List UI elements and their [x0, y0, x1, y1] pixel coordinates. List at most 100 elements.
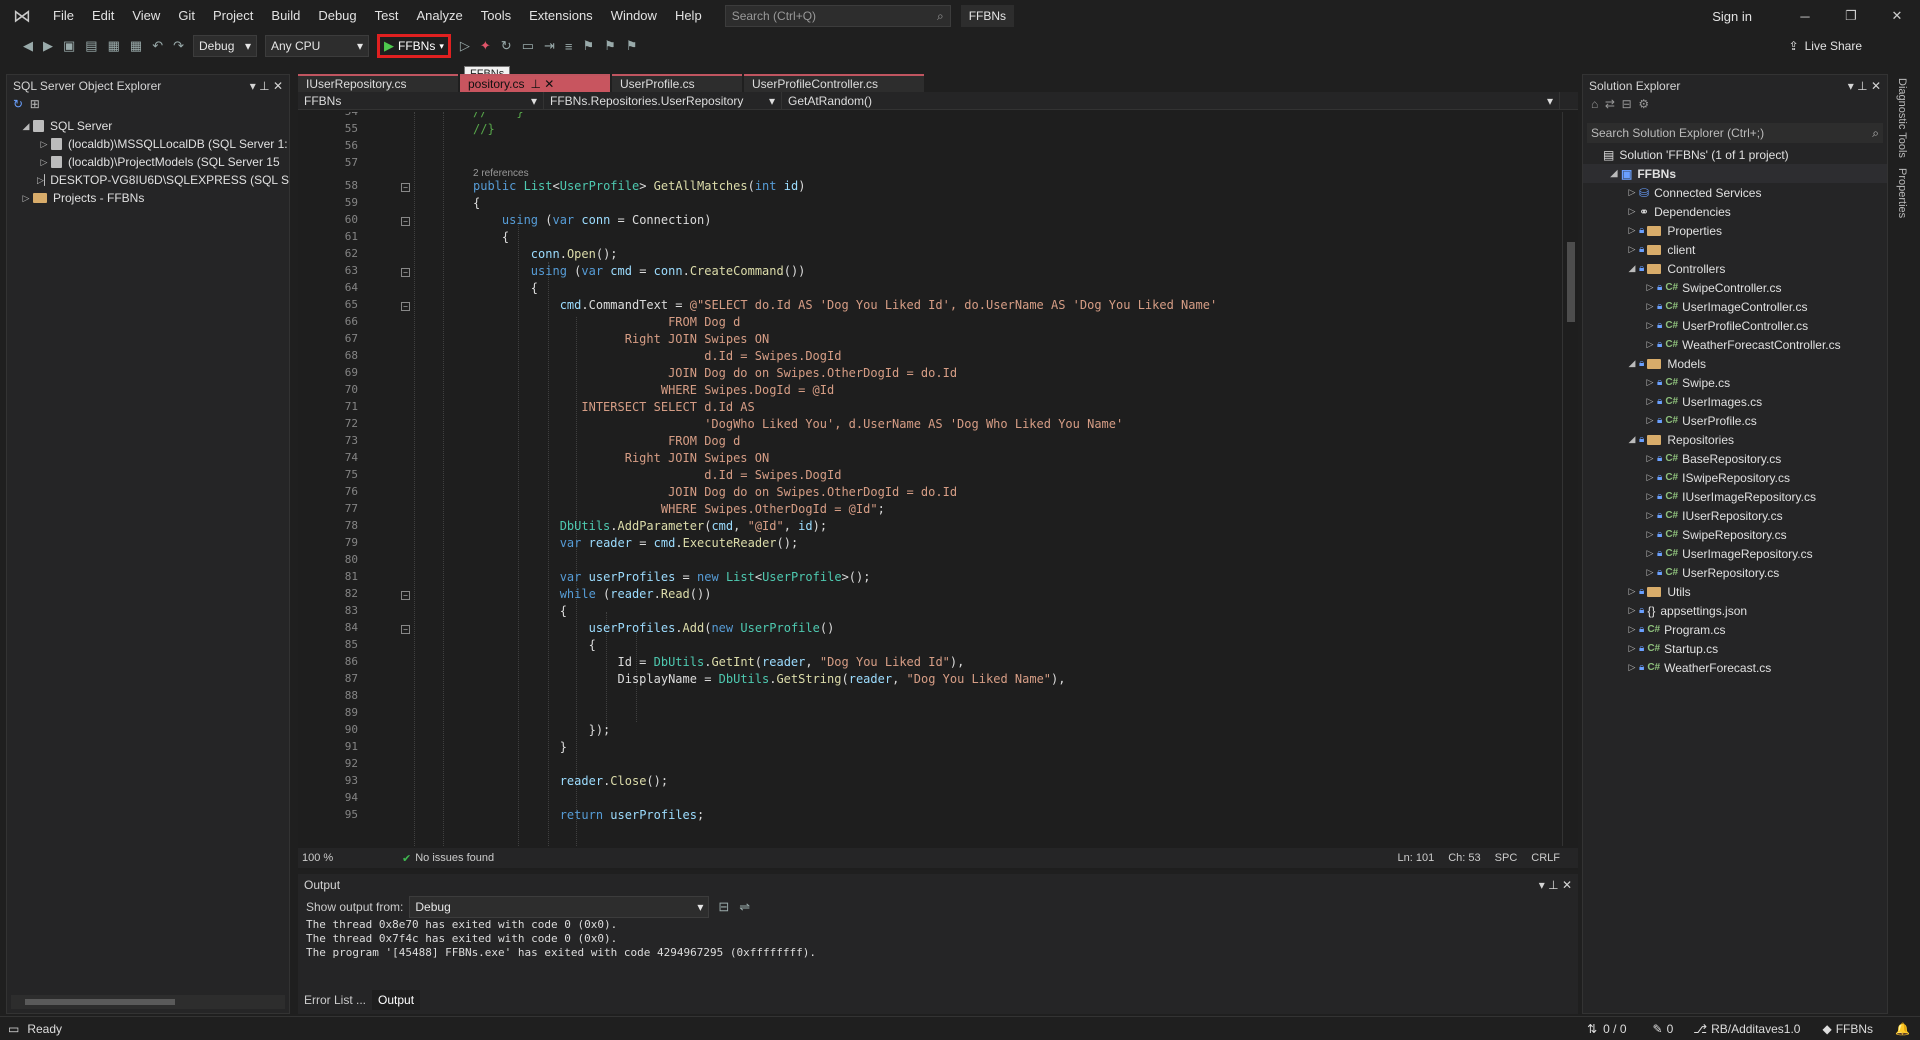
se-search-box[interactable]: Search Solution Explorer (Ctrl+;) ⌕ [1587, 123, 1883, 143]
se-tree-item[interactable]: ▷ 🔒︎ C# WeatherForecast.cs [1583, 658, 1887, 677]
code-line[interactable]: var userProfiles = new List<UserProfile>… [473, 570, 871, 584]
code-line[interactable]: var reader = cmd.ExecuteReader(); [473, 536, 799, 550]
sign-in-link[interactable]: Sign in [1712, 9, 1752, 24]
menu-debug[interactable]: Debug [309, 0, 365, 32]
clear-all-icon[interactable]: ⊟ [718, 899, 729, 915]
code-line[interactable]: DbUtils.AddParameter(cmd, "@Id", id); [473, 519, 827, 533]
code-line[interactable]: userProfiles.Add(new UserProfile() [473, 621, 835, 635]
line-ending[interactable]: CRLF [1531, 852, 1560, 864]
code-line[interactable]: }); [473, 723, 611, 737]
se-tree-item[interactable]: ▷ 🔒︎ C# Startup.cs [1583, 639, 1887, 658]
sso-hscrollbar[interactable] [11, 995, 285, 1009]
platform-dropdown[interactable]: Any CPU ▾ [265, 35, 369, 57]
collapsed-arrow-icon[interactable]: ▷ [1643, 453, 1657, 464]
sso-tree-item[interactable]: ▷ Projects - FFBNs [19, 189, 289, 207]
code-line[interactable]: { [473, 196, 480, 210]
side-tab[interactable]: Diagnostic Tools [1896, 78, 1908, 158]
code-line[interactable]: FROM Dog d [473, 315, 740, 329]
se-tree-item[interactable]: ▷ 🔒︎ C# UserImageRepository.cs [1583, 544, 1887, 563]
collapsed-arrow-icon[interactable]: ▷ [1643, 548, 1657, 559]
browser-icon[interactable]: ▭ [522, 38, 534, 54]
collapsed-arrow-icon[interactable]: ▷ [1643, 301, 1657, 312]
se-tree-item[interactable]: ▷ 🔒︎ C# UserRepository.cs [1583, 563, 1887, 582]
output-source-dropdown[interactable]: Debug ▾ [409, 896, 710, 918]
collapsed-arrow-icon[interactable]: ▷ [1625, 643, 1639, 654]
code-area[interactable]: 2 references 54 // } 55 //} 56 57 58 − public Li… [298, 112, 1560, 846]
code-line[interactable]: { [473, 638, 596, 652]
code-line[interactable]: d.Id = Swipes.DogId [473, 468, 841, 482]
collapsed-arrow-icon[interactable]: ▷ [1625, 206, 1639, 217]
se-tree-item[interactable]: ▤ Solution 'FFBNs' (1 of 1 project) [1583, 145, 1887, 164]
search-box[interactable]: Search (Ctrl+Q) ⌕ [724, 5, 951, 27]
se-tree-item[interactable]: ▷ 🔒︎ Properties [1583, 221, 1887, 240]
repo-name[interactable]: FFBNs [1836, 1022, 1873, 1036]
code-line[interactable]: using (var cmd = conn.CreateCommand()) [473, 264, 806, 278]
collapsed-arrow-icon[interactable]: ▷ [1643, 339, 1657, 350]
restore-icon[interactable]: ❐ [1828, 8, 1874, 24]
expanded-arrow-icon[interactable]: ◢ [1625, 434, 1639, 445]
bottom-tab[interactable]: Error List ... [298, 990, 372, 1010]
zoom-level[interactable]: 100 % [298, 852, 352, 864]
collapsed-arrow-icon[interactable]: ▷ [1625, 244, 1639, 255]
sso-pin-close-icon[interactable]: ▾ ⊥ ✕ [250, 79, 283, 93]
code-line[interactable]: Id = DbUtils.GetInt(reader, "Dog You Lik… [473, 655, 964, 669]
collapsed-arrow-icon[interactable]: ▷ [19, 193, 33, 204]
tab-1[interactable]: pository.cs ⊥ ✕ [460, 74, 610, 92]
collapsed-arrow-icon[interactable]: ▷ [1625, 605, 1639, 616]
menu-analyze[interactable]: Analyze [407, 0, 471, 32]
refresh-icon[interactable]: ↻ [501, 38, 512, 54]
menu-build[interactable]: Build [262, 0, 309, 32]
side-tab[interactable]: Properties [1896, 168, 1908, 218]
collapsed-arrow-icon[interactable]: ▷ [1625, 586, 1639, 597]
collapsed-arrow-icon[interactable]: ▷ [37, 139, 51, 150]
minimize-icon[interactable]: ─ [1782, 9, 1828, 24]
code-line[interactable]: WHERE Swipes.OtherDogId = @Id"; [473, 502, 885, 516]
bookmark-prev-icon[interactable]: ⚑ [604, 38, 616, 54]
git-sync-count[interactable]: 0 / 0 [1603, 1022, 1626, 1036]
collapsed-arrow-icon[interactable]: ▷ [1643, 396, 1657, 407]
changes-count[interactable]: 0 [1667, 1022, 1674, 1036]
se-tree-item[interactable]: ▷ 🔒︎ C# IUserRepository.cs [1583, 506, 1887, 525]
se-tree-item[interactable]: ▷ 🔒︎ C# Program.cs [1583, 620, 1887, 639]
se-tree-item[interactable]: ▷ ⛁ Connected Services [1583, 183, 1887, 202]
se-tree-item[interactable]: ▷ 🔒︎ C# ISwipeRepository.cs [1583, 468, 1887, 487]
se-tree-item[interactable]: ▷ 🔒︎ C# Swipe.cs [1583, 373, 1887, 392]
se-tree-item[interactable]: ▷ 🔒︎ C# UserProfile.cs [1583, 411, 1887, 430]
config-dropdown[interactable]: Debug ▾ [193, 35, 257, 57]
fold-toggle-icon[interactable]: − [401, 302, 410, 311]
se-tree-item[interactable]: ▷ 🔒︎ client [1583, 240, 1887, 259]
collapsed-arrow-icon[interactable]: ▷ [1625, 187, 1639, 198]
fold-toggle-icon[interactable]: − [401, 183, 410, 192]
code-line[interactable]: conn.Open(); [473, 247, 618, 261]
run-without-debug-icon[interactable]: ▷ [460, 38, 470, 54]
menu-git[interactable]: Git [169, 0, 204, 32]
collapsed-arrow-icon[interactable]: ▷ [1643, 491, 1657, 502]
fold-toggle-icon[interactable]: − [401, 217, 410, 226]
collapsed-arrow-icon[interactable]: ▷ [1625, 624, 1639, 635]
new-project-icon[interactable]: ▣ [63, 38, 75, 54]
output-pin-close-icon[interactable]: ▾ ⊥ ✕ [1539, 878, 1572, 892]
se-tree-item[interactable]: ▷ 🔒︎{} appsettings.json [1583, 601, 1887, 620]
se-tree-item[interactable]: ◢ 🔒︎ Controllers [1583, 259, 1887, 278]
live-share-button[interactable]: ⇪ Live Share [1789, 32, 1862, 60]
code-line[interactable]: // } [473, 112, 524, 119]
collapsed-arrow-icon[interactable]: ▷ [1643, 377, 1657, 388]
se-tree-item[interactable]: ▷ 🔒︎ C# BaseRepository.cs [1583, 449, 1887, 468]
tab-2[interactable]: UserProfile.cs [612, 74, 742, 92]
sso-add-server-icon[interactable]: ⊞ [30, 97, 40, 111]
code-line[interactable]: { [473, 281, 538, 295]
menu-test[interactable]: Test [366, 0, 408, 32]
run-button[interactable]: ▶ FFBNs ▾ [377, 34, 451, 58]
collapsed-arrow-icon[interactable]: ▷ [1643, 529, 1657, 540]
forward-icon[interactable]: ▶ [43, 38, 53, 54]
expanded-arrow-icon[interactable]: ◢ [1625, 358, 1639, 369]
code-line[interactable]: reader.Close(); [473, 774, 668, 788]
se-tree-item[interactable]: ▷ 🔒︎ Utils [1583, 582, 1887, 601]
se-sync-icon[interactable]: ⇄ [1605, 97, 1615, 111]
sso-tree-item[interactable]: ▷ (localdb)\ProjectModels (SQL Server 15 [19, 153, 289, 171]
sso-tree-item[interactable]: ▷ (localdb)\MSSQLLocalDB (SQL Server 1: [19, 135, 289, 153]
menu-window[interactable]: Window [602, 0, 666, 32]
bookmark-icon[interactable]: ⚑ [582, 38, 594, 54]
collapsed-arrow-icon[interactable]: ▷ [1643, 472, 1657, 483]
code-line[interactable]: INTERSECT SELECT d.Id AS [473, 400, 754, 414]
